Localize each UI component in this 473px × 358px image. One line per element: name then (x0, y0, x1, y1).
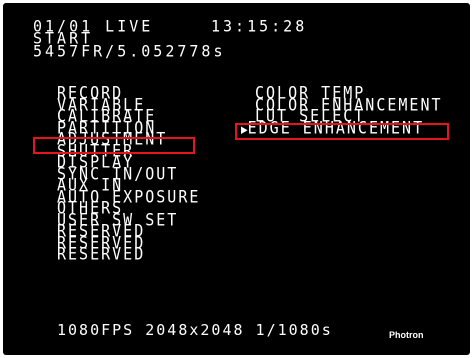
adjustment-submenu: COLOR TEMP COLOR ENHANCEMENT LUT SELECT … (241, 84, 443, 137)
submenu-item-edge-enhancement[interactable]: ▶EDGE ENHANCEMENT (241, 119, 443, 137)
camera-osd-screen: 01/01 LIVE 13:15:28 START 5457FR/5.05277… (3, 3, 470, 355)
submenu-item-label: EDGE ENHANCEMENT (247, 116, 425, 138)
menu-item-reserved-3[interactable]: RESERVED (57, 245, 200, 262)
camera-settings-status: 1080FPS 2048x2048 1/1080s (57, 321, 333, 339)
cursor-arrow-icon: ▶ (241, 121, 248, 137)
frame-counter: 5457FR/5.052778s (33, 41, 226, 61)
clock: 13:15:28 (211, 16, 308, 36)
photron-logo: Photron (389, 330, 424, 340)
main-menu: RECORD VARIABLE CALIBRATE PARTITION ADJU… (57, 84, 200, 262)
